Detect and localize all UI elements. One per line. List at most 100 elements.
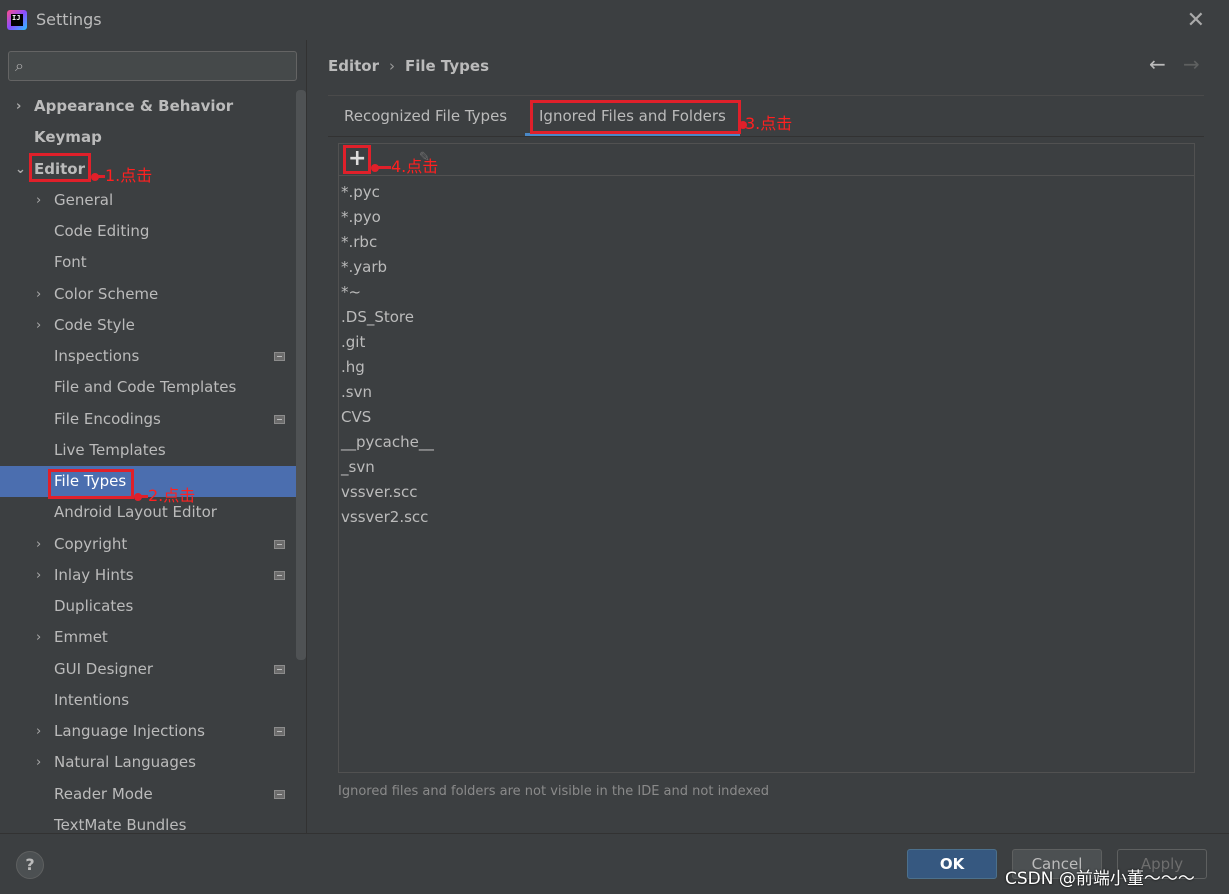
- list-item[interactable]: vssver2.scc: [341, 505, 434, 530]
- sidebar-item-label: Duplicates: [54, 597, 134, 615]
- project-scope-icon: [274, 415, 285, 424]
- chevron-right-icon[interactable]: ›: [36, 310, 41, 341]
- sidebar-item-code-editing[interactable]: Code Editing: [0, 216, 306, 247]
- chevron-right-icon[interactable]: ›: [36, 716, 41, 747]
- sidebar-item-label: File and Code Templates: [54, 378, 237, 396]
- sidebar-item-font[interactable]: Font: [0, 247, 306, 278]
- sidebar-item-live-templates[interactable]: Live Templates: [0, 435, 306, 466]
- header-divider: [328, 95, 1204, 96]
- sidebar-item-code-style[interactable]: › Code Style: [0, 310, 306, 341]
- project-scope-icon: [274, 352, 285, 361]
- project-scope-icon: [274, 571, 285, 580]
- sidebar-item-label: Color Scheme: [54, 285, 159, 303]
- sidebar-item-emmet[interactable]: › Emmet: [0, 622, 306, 653]
- sidebar-item-label: Keymap: [34, 128, 102, 146]
- help-button[interactable]: ?: [16, 851, 44, 879]
- sidebar-item-inlay-hints[interactable]: › Inlay Hints: [0, 560, 306, 591]
- chevron-right-icon[interactable]: ›: [36, 185, 41, 216]
- list-item[interactable]: .DS_Store: [341, 305, 434, 330]
- annotation-step3-text: 3.点击: [745, 114, 793, 133]
- sidebar-item-label: Copyright: [54, 535, 128, 553]
- sidebar-scrollbar[interactable]: [296, 90, 306, 660]
- sidebar-item-reader-mode[interactable]: Reader Mode: [0, 779, 306, 810]
- sidebar-item-label: Code Editing: [54, 222, 150, 240]
- sidebar-item-duplicates[interactable]: Duplicates: [0, 591, 306, 622]
- sidebar-item-label: File Types: [54, 472, 127, 490]
- intellij-logo-icon: IJ: [7, 10, 27, 30]
- hint-text: Ignored files and folders are not visibl…: [338, 784, 769, 799]
- chevron-right-icon[interactable]: ›: [36, 529, 41, 560]
- sidebar-item-file-code-templates[interactable]: File and Code Templates: [0, 372, 306, 403]
- window-title: Settings: [36, 10, 102, 29]
- list-item[interactable]: *.pyo: [341, 205, 434, 230]
- list-item[interactable]: *~: [341, 280, 434, 305]
- sidebar-item-label: Inspections: [54, 347, 140, 365]
- breadcrumb: Editor › File Types: [328, 57, 489, 75]
- forward-arrow-icon[interactable]: →: [1183, 52, 1200, 76]
- search-icon: ⌕: [15, 56, 24, 75]
- sidebar-item-label: Font: [54, 253, 87, 271]
- sidebar-item-gui-designer[interactable]: GUI Designer: [0, 654, 306, 685]
- ok-button[interactable]: OK: [907, 849, 997, 879]
- sidebar-item-textmate-bundles[interactable]: TextMate Bundles: [0, 810, 306, 833]
- chevron-right-icon[interactable]: ›: [36, 279, 41, 310]
- sidebar-item-general[interactable]: › General: [0, 185, 306, 216]
- sidebar-item-label: Live Templates: [54, 441, 166, 459]
- sidebar-item-label: Language Injections: [54, 722, 205, 740]
- search-input[interactable]: ⌕: [8, 51, 297, 81]
- list-toolbar: + ✎: [339, 144, 1194, 176]
- tab-ignored-files-folders[interactable]: Ignored Files and Folders: [525, 98, 740, 136]
- project-scope-icon: [274, 790, 285, 799]
- sidebar-item-android-layout-editor[interactable]: Android Layout Editor: [0, 497, 306, 528]
- sidebar-item-label: Editor: [34, 160, 85, 178]
- back-arrow-icon[interactable]: ←: [1149, 52, 1166, 76]
- list-item[interactable]: _svn: [341, 455, 434, 480]
- sidebar-item-editor[interactable]: ⌄ Editor: [0, 154, 306, 185]
- sidebar-item-keymap[interactable]: Keymap: [0, 122, 306, 153]
- list-item[interactable]: .svn: [341, 380, 434, 405]
- list-item[interactable]: *.pyc: [341, 180, 434, 205]
- sidebar-item-appearance-behavior[interactable]: › Appearance & Behavior: [0, 91, 306, 122]
- sidebar-item-file-encodings[interactable]: File Encodings: [0, 404, 306, 435]
- tab-recognized-file-types[interactable]: Recognized File Types: [344, 98, 507, 136]
- sidebar-item-label: General: [54, 191, 114, 209]
- dialog-footer: ? OK Cancel Apply CSDN @前端小董～～～: [0, 833, 1229, 894]
- title-bar: IJ Settings ✕: [0, 0, 1229, 40]
- tab-bar-underline: [328, 136, 1204, 137]
- list-item[interactable]: *.rbc: [341, 230, 434, 255]
- sidebar-item-natural-languages[interactable]: › Natural Languages: [0, 747, 306, 778]
- sidebar-item-intentions[interactable]: Intentions: [0, 685, 306, 716]
- chevron-right-icon[interactable]: ›: [16, 91, 21, 122]
- app-icon-text: IJ: [11, 14, 23, 26]
- project-scope-icon: [274, 727, 285, 736]
- main-panel: Editor › File Types ← → Recognized File Ty…: [307, 40, 1229, 833]
- sidebar-item-label: Appearance & Behavior: [34, 97, 234, 115]
- breadcrumb-parent[interactable]: Editor: [328, 57, 379, 75]
- sidebar-item-label: TextMate Bundles: [54, 816, 187, 833]
- close-icon[interactable]: ✕: [1187, 8, 1205, 33]
- sidebar-item-label: Inlay Hints: [54, 566, 134, 584]
- ignored-files-list: *.pyc *.pyo *.rbc *.yarb *~ .DS_Store .g…: [341, 180, 434, 530]
- list-item[interactable]: .hg: [341, 355, 434, 380]
- sidebar-item-language-injections[interactable]: › Language Injections: [0, 716, 306, 747]
- sidebar-item-label: Emmet: [54, 628, 108, 646]
- sidebar-item-file-types[interactable]: File Types: [0, 466, 306, 497]
- list-item[interactable]: CVS: [341, 405, 434, 430]
- list-item[interactable]: vssver.scc: [341, 480, 434, 505]
- breadcrumb-current: File Types: [405, 57, 489, 75]
- sidebar-item-inspections[interactable]: Inspections: [0, 341, 306, 372]
- list-item[interactable]: __pycache__: [341, 430, 434, 455]
- chevron-down-icon[interactable]: ⌄: [15, 154, 26, 185]
- add-icon[interactable]: +: [348, 147, 366, 171]
- edit-icon[interactable]: ✎: [419, 150, 430, 165]
- sidebar-item-label: GUI Designer: [54, 660, 153, 678]
- sidebar-item-copyright[interactable]: › Copyright: [0, 529, 306, 560]
- sidebar-item-label: Code Style: [54, 316, 135, 334]
- list-item[interactable]: .git: [341, 330, 434, 355]
- chevron-right-icon[interactable]: ›: [36, 560, 41, 591]
- chevron-right-icon[interactable]: ›: [36, 622, 41, 653]
- ignored-files-panel: + ✎ *.pyc *.pyo *.rbc *.yarb *~ .DS_Stor…: [338, 143, 1195, 773]
- chevron-right-icon[interactable]: ›: [36, 747, 41, 778]
- list-item[interactable]: *.yarb: [341, 255, 434, 280]
- sidebar-item-color-scheme[interactable]: › Color Scheme: [0, 279, 306, 310]
